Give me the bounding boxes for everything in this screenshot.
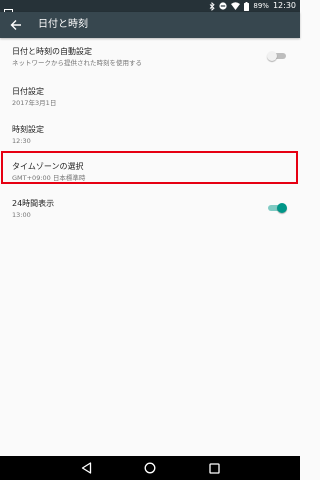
- toggle-thumb: [267, 51, 277, 61]
- do-not-disturb-icon: [219, 2, 227, 10]
- recents-square-icon: [208, 459, 220, 478]
- page-title: 日付と時刻: [38, 19, 88, 30]
- status-bar: 89% 12:30: [0, 0, 300, 17]
- nav-recents-button[interactable]: [206, 460, 222, 476]
- setting-auto-datetime[interactable]: 日付と時刻の自動設定 ネットワークから提供された時刻を使用する: [0, 38, 300, 74]
- arrow-back-icon: [10, 16, 22, 35]
- setting-title: 日付設定: [12, 87, 44, 96]
- clock: 12:30: [272, 1, 296, 10]
- setting-title: 24時間表示: [12, 199, 55, 208]
- wifi-icon: [231, 2, 241, 10]
- navigation-bar: [0, 456, 300, 480]
- toggle-thumb: [277, 203, 287, 213]
- auto-datetime-toggle[interactable]: [267, 51, 286, 61]
- battery-icon: [244, 1, 250, 11]
- back-triangle-icon: [81, 459, 92, 478]
- setting-subtitle: ネットワークから提供された時刻を使用する: [12, 59, 142, 67]
- setting-subtitle: 2017年3月1日: [12, 99, 57, 107]
- setting-date[interactable]: 日付設定 2017年3月1日: [0, 78, 300, 114]
- home-circle-icon: [144, 459, 156, 478]
- 24hour-toggle[interactable]: [268, 203, 287, 213]
- setting-title: 時刻設定: [12, 125, 44, 134]
- back-button[interactable]: [6, 15, 26, 35]
- app-bar: 日付と時刻: [0, 12, 300, 38]
- setting-time[interactable]: 時刻設定 12:30: [0, 116, 300, 152]
- bluetooth-icon: [209, 1, 216, 11]
- setting-subtitle: 13:00: [12, 211, 31, 219]
- nav-back-button[interactable]: [78, 460, 94, 476]
- battery-percent: 89%: [253, 2, 269, 10]
- setting-title: 日付と時刻の自動設定: [12, 47, 92, 56]
- setting-subtitle: 12:30: [12, 137, 31, 145]
- setting-24hour[interactable]: 24時間表示 13:00: [0, 190, 300, 226]
- timezone-highlight-box: [1, 151, 298, 184]
- nav-home-button[interactable]: [142, 460, 158, 476]
